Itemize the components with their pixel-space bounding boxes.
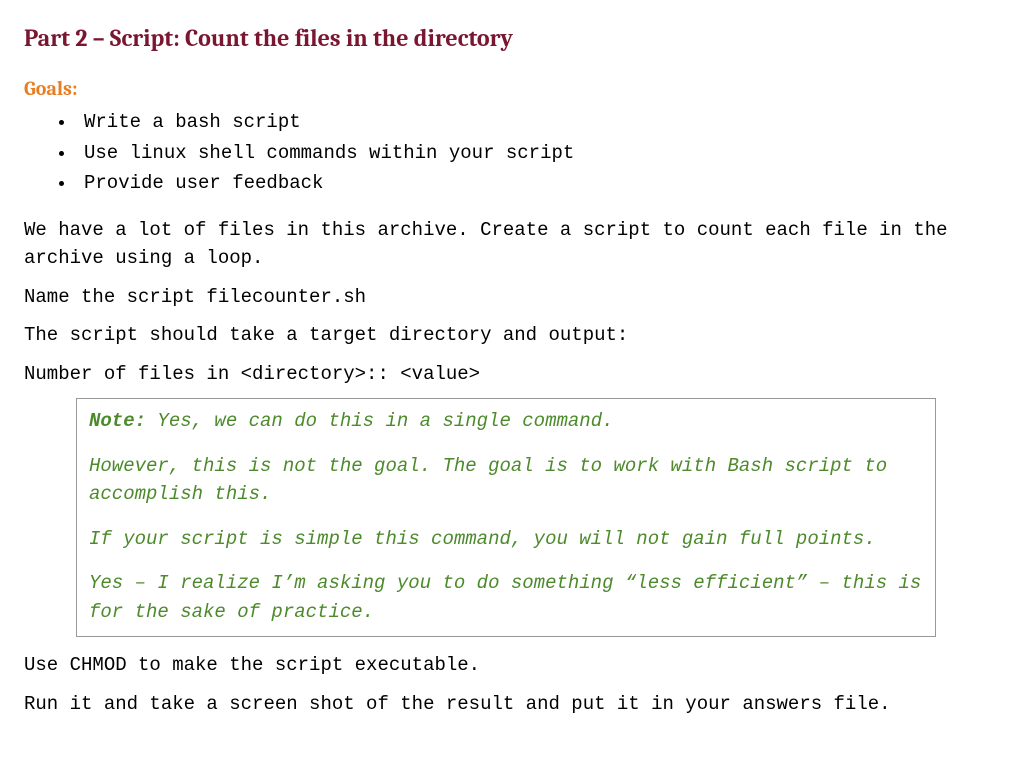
note-line-4: Yes – I realize I’m asking you to do som… — [89, 569, 923, 626]
goals-list: Write a bash script Use linux shell comm… — [24, 108, 1000, 198]
target-line: The script should take a target director… — [24, 321, 1000, 350]
note-line-1: Note: Yes, we can do this in a single co… — [89, 407, 923, 436]
chmod-line: Use CHMOD to make the script executable. — [24, 651, 1000, 680]
output-format-line: Number of files in <directory>:: <value> — [24, 360, 1000, 389]
note-line-2: However, this is not the goal. The goal … — [89, 452, 923, 509]
goals-heading: Goals: — [24, 74, 1000, 104]
note-text-1: Yes, we can do this in a single command. — [146, 410, 613, 432]
run-line: Run it and take a screen shot of the res… — [24, 690, 1000, 719]
list-item: Provide user feedback — [76, 169, 1000, 198]
note-line-3: If your script is simple this command, y… — [89, 525, 923, 554]
part-title: Part 2 – Script: Count the files in the … — [24, 20, 1000, 56]
script-name-line: Name the script filecounter.sh — [24, 283, 1000, 312]
note-label: Note: — [89, 410, 146, 432]
note-box: Note: Yes, we can do this in a single co… — [76, 398, 936, 637]
list-item: Use linux shell commands within your scr… — [76, 139, 1000, 168]
list-item: Write a bash script — [76, 108, 1000, 137]
intro-paragraph: We have a lot of files in this archive. … — [24, 216, 1000, 273]
